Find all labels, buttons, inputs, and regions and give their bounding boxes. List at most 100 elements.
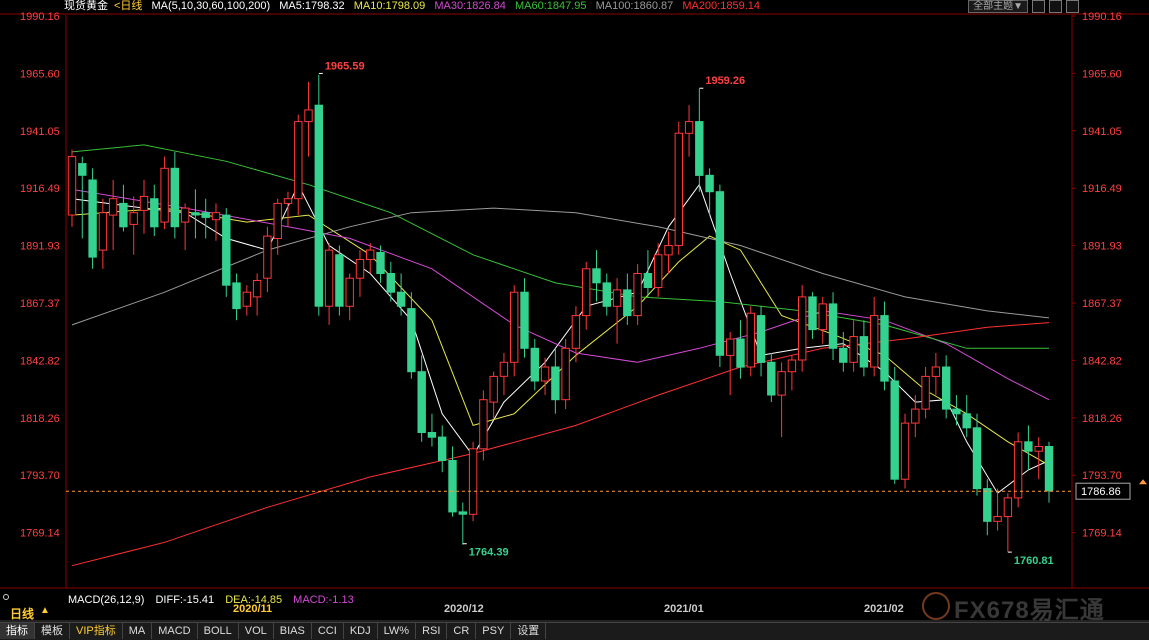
candle-body — [396, 291, 406, 307]
tab-kdj[interactable]: KDJ — [344, 623, 378, 639]
macd-dot-icon — [3, 594, 9, 600]
candle-body — [88, 179, 97, 258]
instrument-name: 现货黄金 — [64, 0, 108, 12]
watermark-text: FX678易汇通 — [954, 597, 1105, 624]
candle-body — [160, 167, 169, 223]
chart-canvas[interactable]: 1990.16 1990.16 1965.60 1965.60 1941.05 1941.… — [0, 0, 1149, 639]
maximize-icon[interactable] — [1066, 0, 1079, 13]
price-tick-left: 1916.49 — [20, 183, 60, 195]
ma100-line — [71, 207, 1050, 326]
candle-body — [921, 375, 930, 410]
candle-body — [263, 235, 272, 279]
ma30-line — [71, 188, 1050, 401]
candle-body — [715, 191, 725, 356]
candle-body — [222, 214, 231, 286]
candle-body — [633, 273, 642, 317]
restore-icon[interactable] — [1049, 0, 1062, 13]
candle-body — [798, 296, 807, 361]
tab-lw[interactable]: LW% — [378, 623, 417, 639]
watermark: FX678易汇通 — [922, 588, 1142, 624]
price-tick-left: 1941.05 — [20, 126, 60, 138]
candle-body — [304, 109, 313, 123]
price-tick-left: 1769.14 — [20, 528, 60, 540]
candle-body — [870, 315, 879, 368]
candle-body — [571, 315, 581, 349]
candle-body — [993, 516, 1002, 522]
top-toolbar: 全部主题▼ — [968, 0, 1079, 13]
price-tick-right: 1842.82 — [1082, 355, 1122, 367]
period-selector[interactable]: <日线 — [114, 0, 142, 12]
candles-layer — [67, 74, 1054, 552]
candle-body — [890, 380, 899, 480]
candle-body — [376, 252, 385, 274]
candle-body — [654, 254, 663, 289]
candle-body — [314, 104, 324, 307]
tab-bias[interactable]: BIAS — [274, 623, 312, 639]
candle-body — [170, 167, 180, 228]
price-tick-right: 1990.16 — [1082, 11, 1122, 23]
candle-body — [139, 195, 149, 211]
candle-body — [283, 198, 293, 204]
price-tick-right: 1867.37 — [1082, 298, 1122, 310]
candle-body — [345, 277, 354, 307]
ma-legend: 现货黄金 <日线 MA(5,10,30,60,100,200) MA5:1798.… — [64, 0, 766, 14]
candle-body — [489, 375, 498, 403]
candle-body — [551, 366, 560, 401]
theme-dropdown[interactable]: 全部主题▼ — [968, 0, 1028, 13]
tab-psy[interactable]: PSY — [476, 623, 512, 639]
candle-body — [746, 312, 755, 368]
candle-body — [705, 174, 714, 193]
date-label: 2020/11 — [233, 603, 273, 615]
current-price-tag: 1786.86 — [1081, 486, 1121, 498]
minimize-icon[interactable] — [1032, 0, 1045, 13]
candle-body — [1024, 441, 1033, 452]
ma200-value: MA200:1859.14 — [682, 0, 760, 12]
price-tick-left: 1842.82 — [20, 355, 60, 367]
tab-boll[interactable]: BOLL — [198, 623, 239, 639]
candle-body — [355, 259, 365, 279]
tab-settings[interactable]: 设置 — [511, 623, 547, 639]
price-tick-right: 1818.26 — [1082, 413, 1122, 425]
candle-body — [900, 422, 910, 480]
tab-vip[interactable]: VIP指标 — [70, 623, 123, 639]
tab-template[interactable]: 模板 — [35, 623, 70, 639]
candle-body — [756, 315, 766, 363]
candle-body — [273, 202, 282, 239]
ma60-value: MA60:1847.95 — [514, 0, 587, 12]
candle-body — [808, 296, 817, 331]
candle-body — [201, 212, 210, 218]
tab-vol[interactable]: VOL — [239, 623, 274, 639]
candle-body — [458, 511, 468, 515]
price-arrow-icon — [1139, 479, 1147, 485]
candle-body — [530, 347, 539, 382]
tab-indicators[interactable]: 指标 — [0, 623, 35, 639]
tab-rsi[interactable]: RSI — [416, 623, 448, 639]
candle-body — [612, 289, 622, 307]
candle-body — [232, 282, 241, 310]
candle-body — [1003, 497, 1013, 518]
candle-body — [252, 280, 262, 298]
tab-ma[interactable]: MA — [123, 623, 153, 639]
candle-body — [119, 202, 128, 228]
ma10-value: MA10:1798.09 — [353, 0, 426, 12]
candle-body — [1013, 441, 1023, 499]
candle-body — [540, 366, 550, 382]
candle-body — [67, 156, 77, 216]
low-label-1: 1764.39 — [469, 547, 509, 559]
candle-body — [818, 303, 827, 331]
candle-body — [880, 315, 889, 382]
candle-body — [407, 308, 416, 373]
candle-body — [931, 366, 941, 377]
tab-cr[interactable]: CR — [447, 623, 477, 639]
tab-macd[interactable]: MACD — [152, 623, 198, 639]
tab-cci[interactable]: CCI — [312, 623, 344, 639]
candle-body — [911, 408, 920, 424]
candle-body — [510, 291, 519, 363]
candle-body — [777, 371, 786, 396]
price-tick-left: 1793.70 — [20, 470, 60, 482]
candle-body — [417, 371, 426, 434]
candle-body — [828, 303, 838, 349]
candle-body — [191, 212, 200, 216]
price-tick-right: 1965.60 — [1082, 68, 1122, 80]
ma5-value: MA5:1798.32 — [279, 0, 345, 12]
